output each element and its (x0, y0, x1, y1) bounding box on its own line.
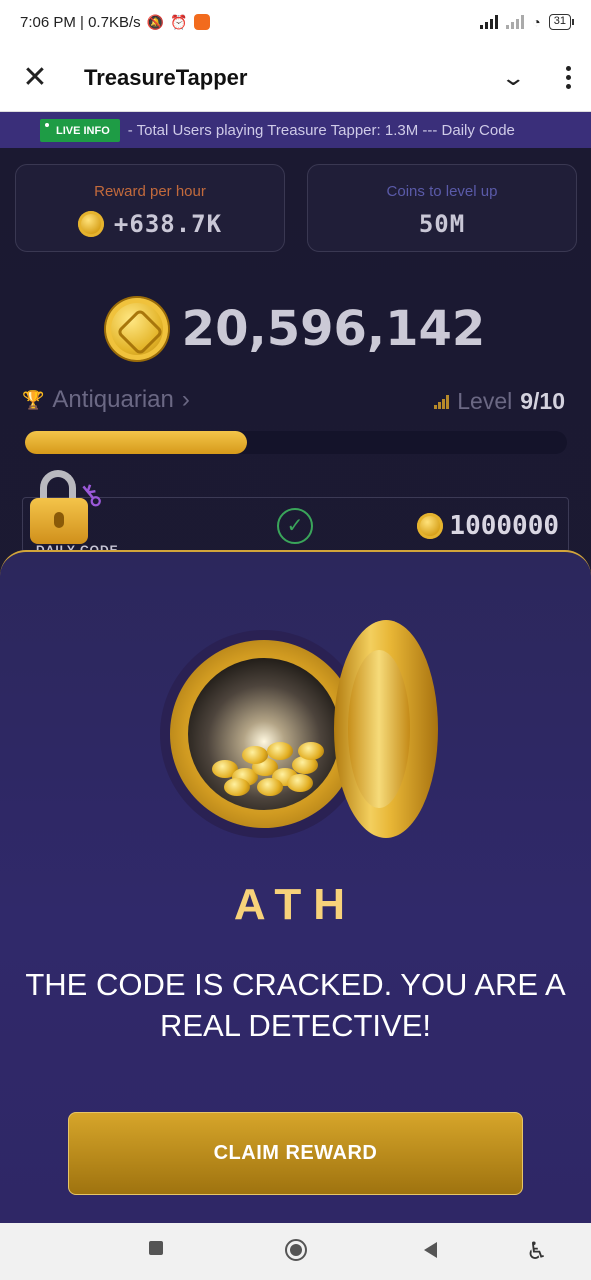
ticker-text: - Total Users playing Treasure Tapper: 1… (127, 121, 515, 139)
battery-icon: 31 (548, 14, 575, 30)
claim-reward-button[interactable]: CLAIM REWARD (68, 1112, 523, 1195)
daily-code-text: ATH (233, 880, 358, 929)
trophy-icon: 🏆 (22, 389, 45, 410)
level-progress-fill (25, 431, 248, 454)
wifi-icon: ◔ (532, 14, 541, 30)
coins-to-level-label: Coins to level up (386, 183, 498, 200)
rank-name: Antiquarian (52, 386, 174, 413)
level-bars-icon (434, 394, 450, 409)
daily-reward-value: 1000000 (449, 511, 559, 541)
signal-icon (480, 15, 499, 29)
reward-per-hour-value: +638.7K (113, 210, 223, 238)
rank-link[interactable]: 🏆 Antiquarian › (22, 386, 190, 414)
coin-balance: 20,596,142 (0, 298, 591, 360)
level-indicator: Level 9/10 (434, 388, 565, 415)
reward-per-hour-label: Reward per hour (94, 183, 206, 200)
coin-icon (105, 298, 168, 360)
alarm-icon: ⏰ (170, 13, 188, 30)
more-vertical-icon[interactable] (566, 66, 571, 89)
daily-reward-amount: 1000000 (417, 511, 559, 541)
chevron-right-icon: › (181, 386, 190, 413)
status-time: 7:06 PM | 0.7KB/s (20, 13, 141, 31)
reward-per-hour-card: Reward per hour +638.7K (15, 164, 285, 252)
level-value: 9/10 (520, 388, 565, 414)
coin-icon (417, 513, 444, 539)
app-notification-icon (193, 14, 210, 30)
close-icon[interactable]: ✕ (20, 62, 50, 93)
live-info-badge: LIVE INFO (40, 118, 120, 142)
system-nav-bar: ♿ (0, 1223, 591, 1280)
back-icon[interactable] (424, 1242, 437, 1258)
open-vault-illustration (158, 620, 440, 838)
home-icon[interactable] (285, 1239, 307, 1261)
status-bar: 7:06 PM | 0.7KB/s 🔕 ⏰ ◔ 31 (0, 0, 591, 44)
accessibility-icon[interactable]: ♿ (526, 1237, 548, 1266)
balance-value: 20,596,142 (181, 301, 486, 357)
check-icon: ✓ (277, 508, 313, 544)
coins-to-level-card: Coins to level up 50M (307, 164, 577, 252)
chevron-down-icon[interactable]: ⌄ (500, 65, 526, 91)
coin-icon (77, 211, 104, 237)
recents-icon[interactable] (149, 1241, 163, 1255)
signal-secondary-icon (506, 15, 525, 29)
coins-to-level-value: 50M (418, 210, 466, 238)
app-title: TreasureTapper (84, 64, 248, 90)
app-bar: ✕ TreasureTapper ⌄ (0, 44, 591, 112)
success-message: THE CODE IS CRACKED. YOU ARE A REAL DETE… (25, 967, 566, 1043)
live-info-ticker: LIVE INFO - Total Users playing Treasure… (0, 112, 591, 148)
level-label: Level (457, 388, 513, 414)
mute-icon: 🔕 (146, 13, 165, 30)
level-progress-bar (25, 431, 567, 454)
